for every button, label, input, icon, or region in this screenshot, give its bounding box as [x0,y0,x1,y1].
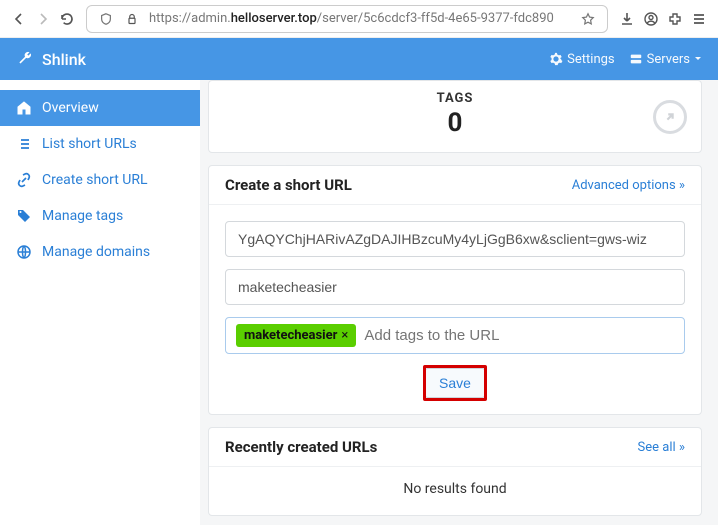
back-icon[interactable] [10,10,28,28]
tags-input[interactable] [364,327,674,344]
lock-icon [123,10,141,28]
tags-field[interactable]: maketecheasier × [225,317,685,354]
forward-icon[interactable] [34,10,52,28]
save-button[interactable]: Save [424,368,486,398]
create-short-url-card: Create a short URL Advanced options » ma… [208,165,702,415]
remove-tag-icon[interactable]: × [341,328,348,343]
servers-dropdown[interactable]: Servers [629,52,702,67]
sidebar: Overview List short URLs Create short UR… [0,80,200,525]
brand-label: Shlink [42,50,86,69]
custom-slug-input[interactable] [225,269,685,305]
app-topbar: Shlink Settings Servers [0,38,718,80]
recent-urls-card: Recently created URLs See all » No resul… [208,427,702,516]
settings-link[interactable]: Settings [549,52,614,67]
sidebar-item-create[interactable]: Create short URL [0,162,200,198]
reload-icon[interactable] [58,10,76,28]
url-text: https://admin.helloserver.top/server/5c6… [149,11,571,26]
link-icon [16,172,32,188]
chevron-down-icon [694,55,702,63]
advanced-options-link[interactable]: Advanced options » [572,178,685,193]
tags-icon [16,208,32,224]
wrench-icon [16,50,34,68]
sidebar-item-tags[interactable]: Manage tags [0,198,200,234]
sidebar-item-list[interactable]: List short URLs [0,126,200,162]
sidebar-item-overview[interactable]: Overview [0,90,200,126]
menu-icon[interactable] [690,10,708,28]
list-icon [16,136,32,152]
sidebar-item-label: Manage tags [42,208,123,224]
tag-chip-label: maketecheasier [244,328,337,343]
sidebar-item-label: List short URLs [42,136,137,152]
sidebar-item-label: Manage domains [42,244,150,260]
server-icon [629,52,643,66]
goto-tags-button[interactable] [653,100,687,134]
brand[interactable]: Shlink [16,50,86,69]
tags-count: 0 [225,108,685,138]
tags-stat-card: TAGS 0 [208,80,702,153]
sidebar-item-label: Create short URL [42,172,148,188]
extensions-icon[interactable] [666,10,684,28]
no-results-text: No results found [209,467,701,515]
servers-label: Servers [647,52,690,67]
arrow-up-right-icon [663,110,677,124]
globe-icon [16,244,32,260]
browser-toolbar: https://admin.helloserver.top/server/5c6… [0,0,718,38]
tag-chip[interactable]: maketecheasier × [236,324,356,347]
long-url-input[interactable] [225,221,685,257]
gear-icon [549,52,563,66]
sidebar-item-domains[interactable]: Manage domains [0,234,200,270]
account-icon[interactable] [642,10,660,28]
create-card-title: Create a short URL [225,176,352,194]
home-icon [16,100,32,116]
sidebar-item-label: Overview [42,100,99,116]
shield-icon [97,10,115,28]
download-icon[interactable] [618,10,636,28]
see-all-link[interactable]: See all » [638,440,685,455]
recent-card-title: Recently created URLs [225,438,377,456]
star-icon[interactable] [579,10,597,28]
address-bar[interactable]: https://admin.helloserver.top/server/5c6… [86,5,608,33]
settings-label: Settings [567,52,614,67]
tags-heading: TAGS [225,91,685,106]
content-area: TAGS 0 Create a short URL Advanced optio… [200,80,718,525]
